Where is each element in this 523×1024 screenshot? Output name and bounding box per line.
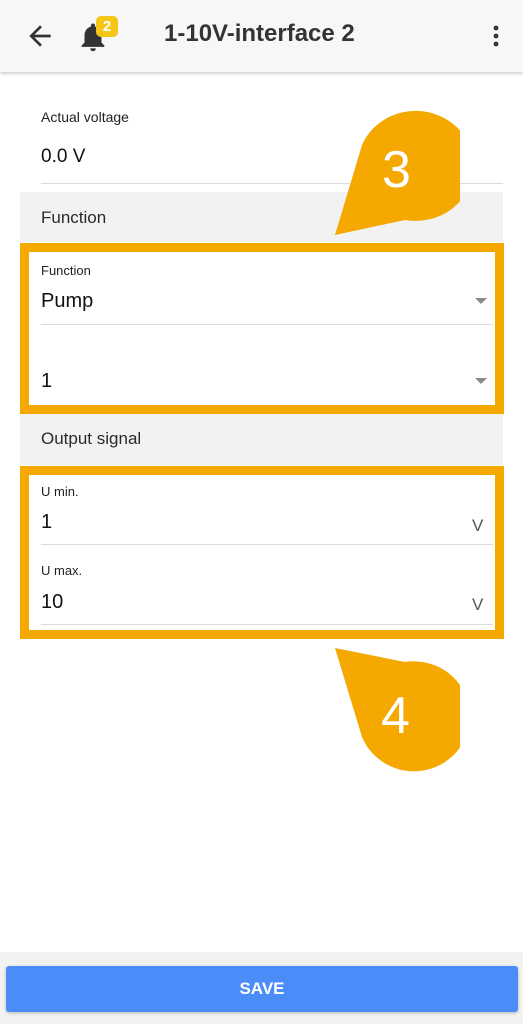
divider [41,624,493,625]
footer-bar: SAVE [0,952,523,1024]
output-signal-section-title: Output signal [41,429,142,448]
more-vertical-icon[interactable] [484,22,508,50]
function-section-title: Function [41,208,107,227]
divider [41,544,493,545]
page-title: 1-10V-interface 2 [164,20,355,47]
umin-unit: V [472,516,484,535]
chevron-down-icon[interactable] [475,378,487,384]
umax-input[interactable]: 10 [41,591,63,614]
umax-unit: V [472,595,484,614]
output-signal-highlight-box [20,466,504,639]
umin-label: U min. [41,484,79,499]
app-bar: 2 1-10V-interface 2 [0,0,523,72]
actual-voltage-label: Actual voltage [41,109,129,125]
chevron-down-icon[interactable] [475,298,487,304]
divider [41,324,493,325]
actual-voltage-value: 0.0 V [41,146,86,167]
umax-label: U max. [41,563,83,578]
callout-3-number: 3 [382,141,411,199]
save-button[interactable]: SAVE [6,966,518,1012]
function-field-label: Function [41,263,91,278]
function-number-select[interactable]: 1 [41,370,52,393]
callout-4-number: 4 [381,687,410,745]
arrow-left-icon[interactable] [24,20,56,52]
function-select[interactable]: Pump [41,290,93,313]
notification-badge: 2 [96,16,118,37]
function-highlight-box [20,243,504,414]
output-signal-section-header: Output signal [20,413,503,465]
umin-input[interactable]: 1 [41,511,52,534]
